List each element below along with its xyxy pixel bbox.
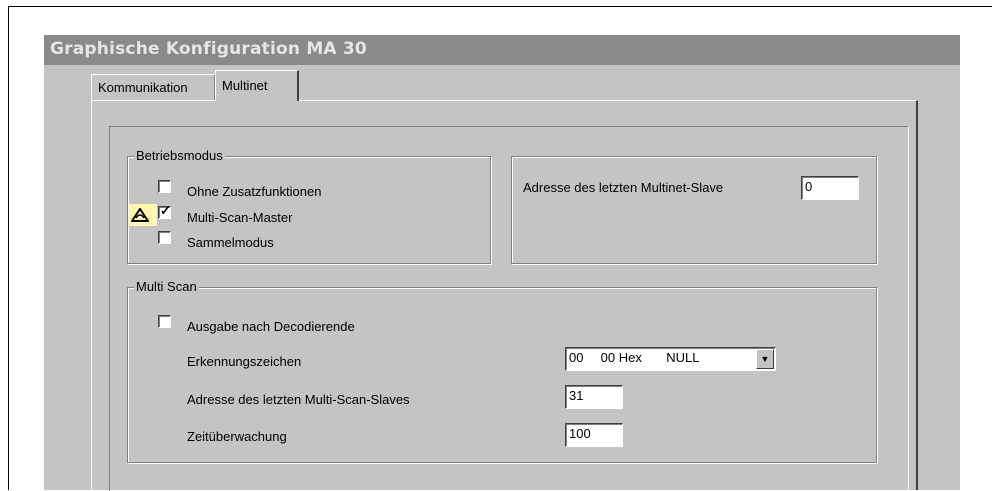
window-title: Graphische Konfiguration MA 30 bbox=[50, 39, 367, 59]
title-bar: Graphische Konfiguration MA 30 bbox=[44, 35, 960, 65]
label-ausgabe-nach-decodierende: Ausgabe nach Decodierende bbox=[187, 319, 355, 334]
letzter-multi-scan-slave-input[interactable]: 31 bbox=[565, 385, 623, 409]
erkennungszeichen-dec: 00 bbox=[569, 350, 584, 365]
label-ohne-zusatzfunktionen: Ohne Zusatzfunktionen bbox=[187, 184, 322, 199]
checkbox-sammelmodus[interactable] bbox=[158, 231, 171, 244]
erkennungszeichen-hex: 00 Hex bbox=[600, 350, 642, 365]
tab-multinet[interactable]: Multinet bbox=[215, 70, 299, 101]
tab-kommunikation[interactable]: Kommunikation bbox=[91, 74, 215, 100]
warning-triangle-icon bbox=[129, 204, 157, 226]
dropdown-arrow-icon[interactable]: ▼ bbox=[756, 349, 774, 369]
label-multi-scan-master: Multi-Scan-Master bbox=[187, 210, 293, 225]
checkbox-multi-scan-master[interactable]: ✓ bbox=[158, 203, 171, 219]
erkennungszeichen-name: NULL bbox=[666, 350, 700, 365]
checkmark-icon: ✓ bbox=[160, 203, 171, 218]
label-letzter-multi-scan-slave: Adresse des letzten Multi-Scan-Slaves bbox=[187, 392, 410, 407]
label-zeitueberwachung: Zeitüberwachung bbox=[187, 429, 287, 444]
label-slave-address: Adresse des letzten Multinet-Slave bbox=[523, 180, 724, 195]
group-slave-address bbox=[511, 156, 877, 264]
zeitueberwachung-value: 100 bbox=[569, 426, 591, 441]
letzter-multi-scan-slave-value: 31 bbox=[569, 388, 584, 403]
group-betriebsmodus: Betriebsmodus bbox=[127, 148, 491, 264]
checkbox-ausgabe-nach-decodierende[interactable] bbox=[158, 315, 171, 328]
slave-address-input[interactable]: 0 bbox=[801, 176, 859, 200]
document-frame-left bbox=[8, 6, 9, 490]
checkbox-ohne-zusatzfunktionen[interactable] bbox=[158, 180, 171, 193]
zeitueberwachung-input[interactable]: 100 bbox=[565, 423, 623, 447]
label-sammelmodus: Sammelmodus bbox=[187, 235, 274, 250]
erkennungszeichen-select[interactable]: 00 00 Hex NULL ▼ bbox=[565, 347, 776, 371]
document-frame-top bbox=[8, 6, 992, 7]
slave-address-value: 0 bbox=[805, 179, 813, 194]
group-label-multi-scan: Multi Scan bbox=[134, 279, 199, 295]
tab-label: Multinet bbox=[222, 78, 268, 93]
group-label-betriebsmodus: Betriebsmodus bbox=[134, 148, 225, 164]
label-erkennungszeichen: Erkennungszeichen bbox=[187, 354, 302, 369]
tab-label: Kommunikation bbox=[98, 80, 188, 95]
